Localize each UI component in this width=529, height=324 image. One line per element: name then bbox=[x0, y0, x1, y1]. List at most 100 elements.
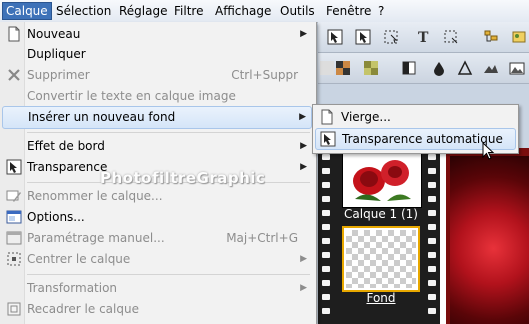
film-perforation bbox=[428, 308, 436, 314]
menu-item-label: Transparence bbox=[27, 160, 108, 174]
menu-item-options[interactable]: Options... bbox=[2, 207, 312, 227]
submenu-item-label: Vierge... bbox=[341, 110, 391, 124]
menu-item-label: Centrer le calque bbox=[27, 252, 131, 266]
menu-item-label: Insérer un nouveau fond bbox=[28, 110, 176, 124]
pixelate-filter-icon[interactable] bbox=[334, 59, 352, 77]
emboss-filter-icon[interactable] bbox=[482, 59, 500, 77]
film-perforation bbox=[428, 182, 436, 188]
toolbar-top: T bbox=[318, 22, 529, 53]
sharpen-filter-icon[interactable] bbox=[456, 59, 474, 77]
menu-fenetre[interactable]: Fenêtre bbox=[323, 3, 374, 19]
submenu-arrow-icon: ▶ bbox=[300, 141, 307, 151]
transparency-checkerboard bbox=[346, 230, 416, 288]
menu-selection[interactable]: Sélection bbox=[53, 3, 114, 19]
film-perforation bbox=[322, 266, 330, 272]
shortcut-label: Ctrl+Suppr bbox=[231, 68, 298, 82]
film-perforation bbox=[428, 252, 436, 258]
film-perforation bbox=[322, 168, 330, 174]
submenu-item-vierge[interactable]: Vierge... bbox=[315, 107, 514, 127]
menu-calque[interactable]: Calque bbox=[2, 2, 52, 20]
menu-item-parametrage[interactable]: Paramétrage manuel... Maj+Ctrl+G bbox=[2, 228, 312, 248]
manual-settings-icon bbox=[6, 230, 22, 246]
film-perforation bbox=[322, 210, 330, 216]
submenu-item-label: Transparence automatique bbox=[342, 132, 503, 146]
menu-item-effet-bord[interactable]: Effet de bord ▶ bbox=[2, 136, 312, 156]
film-perforation bbox=[322, 294, 330, 300]
menu-item-label: Dupliquer bbox=[27, 47, 86, 61]
toolbar-filters bbox=[318, 53, 529, 84]
menu-item-transformation[interactable]: Transformation ▶ bbox=[2, 278, 312, 298]
image-canvas[interactable] bbox=[440, 148, 529, 324]
menu-item-centrer[interactable]: Centrer le calque ▶ bbox=[2, 249, 312, 269]
watermark-text: PhotofiltreGraphic bbox=[100, 169, 266, 187]
menu-item-nouveau[interactable]: Nouveau ▶ bbox=[2, 24, 312, 44]
menu-filtre[interactable]: Filtre bbox=[171, 3, 206, 19]
crop-layer-icon bbox=[6, 301, 22, 317]
drop-filter-icon[interactable] bbox=[430, 59, 448, 77]
layer1-thumbnail[interactable] bbox=[342, 148, 422, 208]
menu-reglage[interactable]: Réglage bbox=[116, 3, 171, 19]
film-perforation bbox=[322, 154, 330, 160]
fond-label: Fond bbox=[366, 291, 396, 305]
contrast-filter-icon[interactable] bbox=[400, 59, 418, 77]
film-perforation bbox=[428, 294, 436, 300]
select-tool-icon[interactable] bbox=[326, 28, 344, 46]
move-tool-icon[interactable] bbox=[354, 28, 372, 46]
calque-menu: Nouveau ▶ Dupliquer Supprimer Ctrl+Suppr… bbox=[0, 22, 317, 324]
menu-help[interactable]: ? bbox=[375, 3, 387, 19]
film-perforation bbox=[428, 210, 436, 216]
film-perforation bbox=[322, 308, 330, 314]
menu-item-label: Renommer le calque... bbox=[27, 189, 163, 203]
texture-filter-icon[interactable] bbox=[362, 59, 380, 77]
crop-tool-icon[interactable] bbox=[442, 28, 460, 46]
menu-item-recadrer[interactable]: Recadrer le calque bbox=[2, 299, 312, 319]
menu-item-label: Options... bbox=[27, 210, 85, 224]
palette-tool-icon[interactable] bbox=[510, 28, 528, 46]
film-perforation bbox=[428, 238, 436, 244]
menu-outils[interactable]: Outils bbox=[277, 3, 318, 19]
film-perforation bbox=[322, 280, 330, 286]
center-layer-icon bbox=[6, 251, 22, 267]
film-perforation bbox=[428, 280, 436, 286]
menu-item-label: Supprimer bbox=[27, 68, 90, 82]
submenu-arrow-icon: ▶ bbox=[300, 162, 307, 172]
landscape-filter-icon[interactable] bbox=[508, 59, 526, 77]
delete-x-icon bbox=[6, 67, 22, 83]
menu-item-label: Recadrer le calque bbox=[27, 302, 139, 316]
film-perforation bbox=[322, 182, 330, 188]
menu-item-convertir[interactable]: Convertir le texte en calque image bbox=[2, 86, 312, 106]
menu-affichage[interactable]: Affichage bbox=[212, 3, 274, 19]
menu-item-supprimer[interactable]: Supprimer Ctrl+Suppr bbox=[2, 65, 312, 85]
layer1-label: Calque 1 (1) bbox=[344, 207, 418, 221]
rename-icon bbox=[6, 188, 22, 204]
film-perforation bbox=[322, 238, 330, 244]
options-icon bbox=[6, 209, 22, 225]
film-perforation bbox=[428, 168, 436, 174]
transparency-cursor-icon bbox=[6, 159, 22, 175]
marquee-tool-icon[interactable] bbox=[382, 28, 400, 46]
film-perforation bbox=[428, 154, 436, 160]
menu-item-inserer-fond[interactable]: Insérer un nouveau fond ▶ bbox=[2, 106, 312, 129]
film-perforation bbox=[322, 252, 330, 258]
menu-item-label: Effet de bord bbox=[27, 139, 105, 153]
rose-image bbox=[450, 156, 529, 324]
mouse-cursor-icon bbox=[482, 141, 496, 165]
canvas-border bbox=[440, 148, 446, 324]
film-perforation bbox=[428, 224, 436, 230]
new-document-icon bbox=[6, 26, 22, 42]
menu-item-label: Nouveau bbox=[27, 27, 81, 41]
layers-tool-icon[interactable] bbox=[482, 28, 500, 46]
submenu-arrow-icon: ▶ bbox=[299, 112, 306, 122]
menu-item-dupliquer[interactable]: Dupliquer bbox=[2, 44, 312, 64]
menu-item-label: Paramétrage manuel... bbox=[27, 231, 165, 245]
film-perforation bbox=[322, 196, 330, 202]
menu-item-label: Convertir le texte en calque image bbox=[27, 89, 236, 103]
svg-text:T: T bbox=[418, 30, 429, 45]
menu-separator bbox=[27, 132, 310, 133]
shortcut-label: Maj+Ctrl+G bbox=[226, 231, 298, 245]
fond-thumbnail[interactable] bbox=[342, 226, 420, 292]
menu-separator bbox=[27, 274, 310, 275]
film-perforation bbox=[322, 224, 330, 230]
text-tool-icon[interactable]: T bbox=[414, 28, 432, 46]
menubar: Calque Sélection Réglage Filtre Affichag… bbox=[0, 0, 529, 23]
